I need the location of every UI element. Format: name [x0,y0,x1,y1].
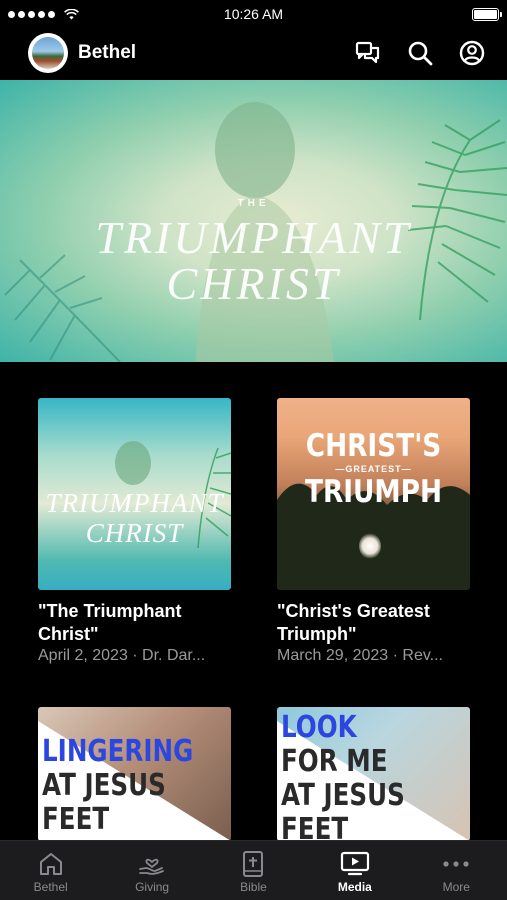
church-name[interactable]: Bethel [78,42,136,64]
home-icon [39,853,62,875]
tab-media[interactable]: Media [304,850,405,894]
hero-small-word: THE [237,198,270,209]
thumbnail-line: LOOK [281,710,357,745]
media-title[interactable]: "The Triumphant Christ" [38,600,231,646]
thumbnail-line: LINGERING [42,734,194,769]
media-title[interactable]: "Christ's Greatest Triumph" [277,600,470,646]
media-card[interactable]: TRIUMPHANT CHRIST "The Triumphant Christ… [38,398,231,665]
thumbnail-line: AT JESUS [42,768,166,803]
bible-icon [243,851,264,877]
app-header: Bethel [0,28,507,78]
tab-bible[interactable]: Bible [203,850,304,894]
media-meta: April 2, 2023 · Dr. Dar... [38,647,206,664]
profile-icon[interactable] [459,40,485,66]
wifi-icon [64,8,79,19]
tab-label: Media [337,880,372,894]
tab-label: Giving [135,880,170,894]
thumbnail-line: TRIUMPHANT [45,488,224,518]
signal-strength-icon [8,8,79,20]
media-thumbnail[interactable]: CHRIST'S —GREATEST— TRIUMPH [277,398,470,590]
tab-more[interactable]: More [406,850,507,894]
giving-icon [139,858,164,875]
chat-icon[interactable] [355,41,381,65]
media-thumbnail[interactable]: LINGERING AT JESUS FEET [38,707,231,841]
tomb-light [359,533,381,559]
tab-label: More [442,880,470,894]
hero-banner[interactable]: THE TRIUMPHANT CHRIST [0,80,507,362]
media-card[interactable]: LINGERING AT JESUS FEET [38,707,231,841]
tab-label: Bible [240,880,267,894]
thumbnail-text: LINGERING AT JESUS FEET [42,735,193,837]
media-card[interactable]: CHRIST'S —GREATEST— TRIUMPH "Christ's Gr… [277,398,470,665]
tab-label: Bethel [33,880,68,894]
media-thumbnail[interactable]: TRIUMPHANT CHRIST [38,398,231,590]
thumbnail-line: AT JESUS [281,778,405,813]
media-thumbnail[interactable]: LOOK FOR ME AT JESUS FEET [277,707,470,841]
thumbnail-line: CHRIST [85,518,184,548]
thumbnail-line: CHRIST'S [305,428,442,464]
battery-icon [472,7,502,21]
tab-bar: Bethel Giving Bible Media More [0,840,507,900]
thumbnail-text: TRIUMPHANT CHRIST [38,488,231,548]
more-icon [443,861,469,867]
thumbnail-text: LOOK FOR ME AT JESUS FEET [281,710,405,842]
media-meta: March 29, 2023 · Rev... [277,647,443,664]
status-bar: 10:26 AM [0,0,507,28]
thumbnail-line: —GREATEST— [335,464,412,474]
media-icon [340,851,369,876]
media-card[interactable]: LOOK FOR ME AT JESUS FEET [277,707,470,841]
hero-title: THE TRIUMPHANT CHRIST [0,198,507,307]
thumbnail-line: FOR ME [281,744,388,779]
tab-giving[interactable]: Giving [102,850,203,894]
search-icon[interactable] [407,40,433,66]
header-actions [355,40,485,66]
tab-bethel[interactable]: Bethel [0,850,101,894]
thumbnail-line: FEET [42,802,110,837]
church-avatar[interactable] [28,33,68,73]
thumbnail-line: FEET [281,812,349,842]
hero-title-line1: TRIUMPHANT [95,212,412,263]
hero-title-line2: CHRIST [166,258,341,309]
thumbnail-line: TRIUMPH [304,474,443,510]
